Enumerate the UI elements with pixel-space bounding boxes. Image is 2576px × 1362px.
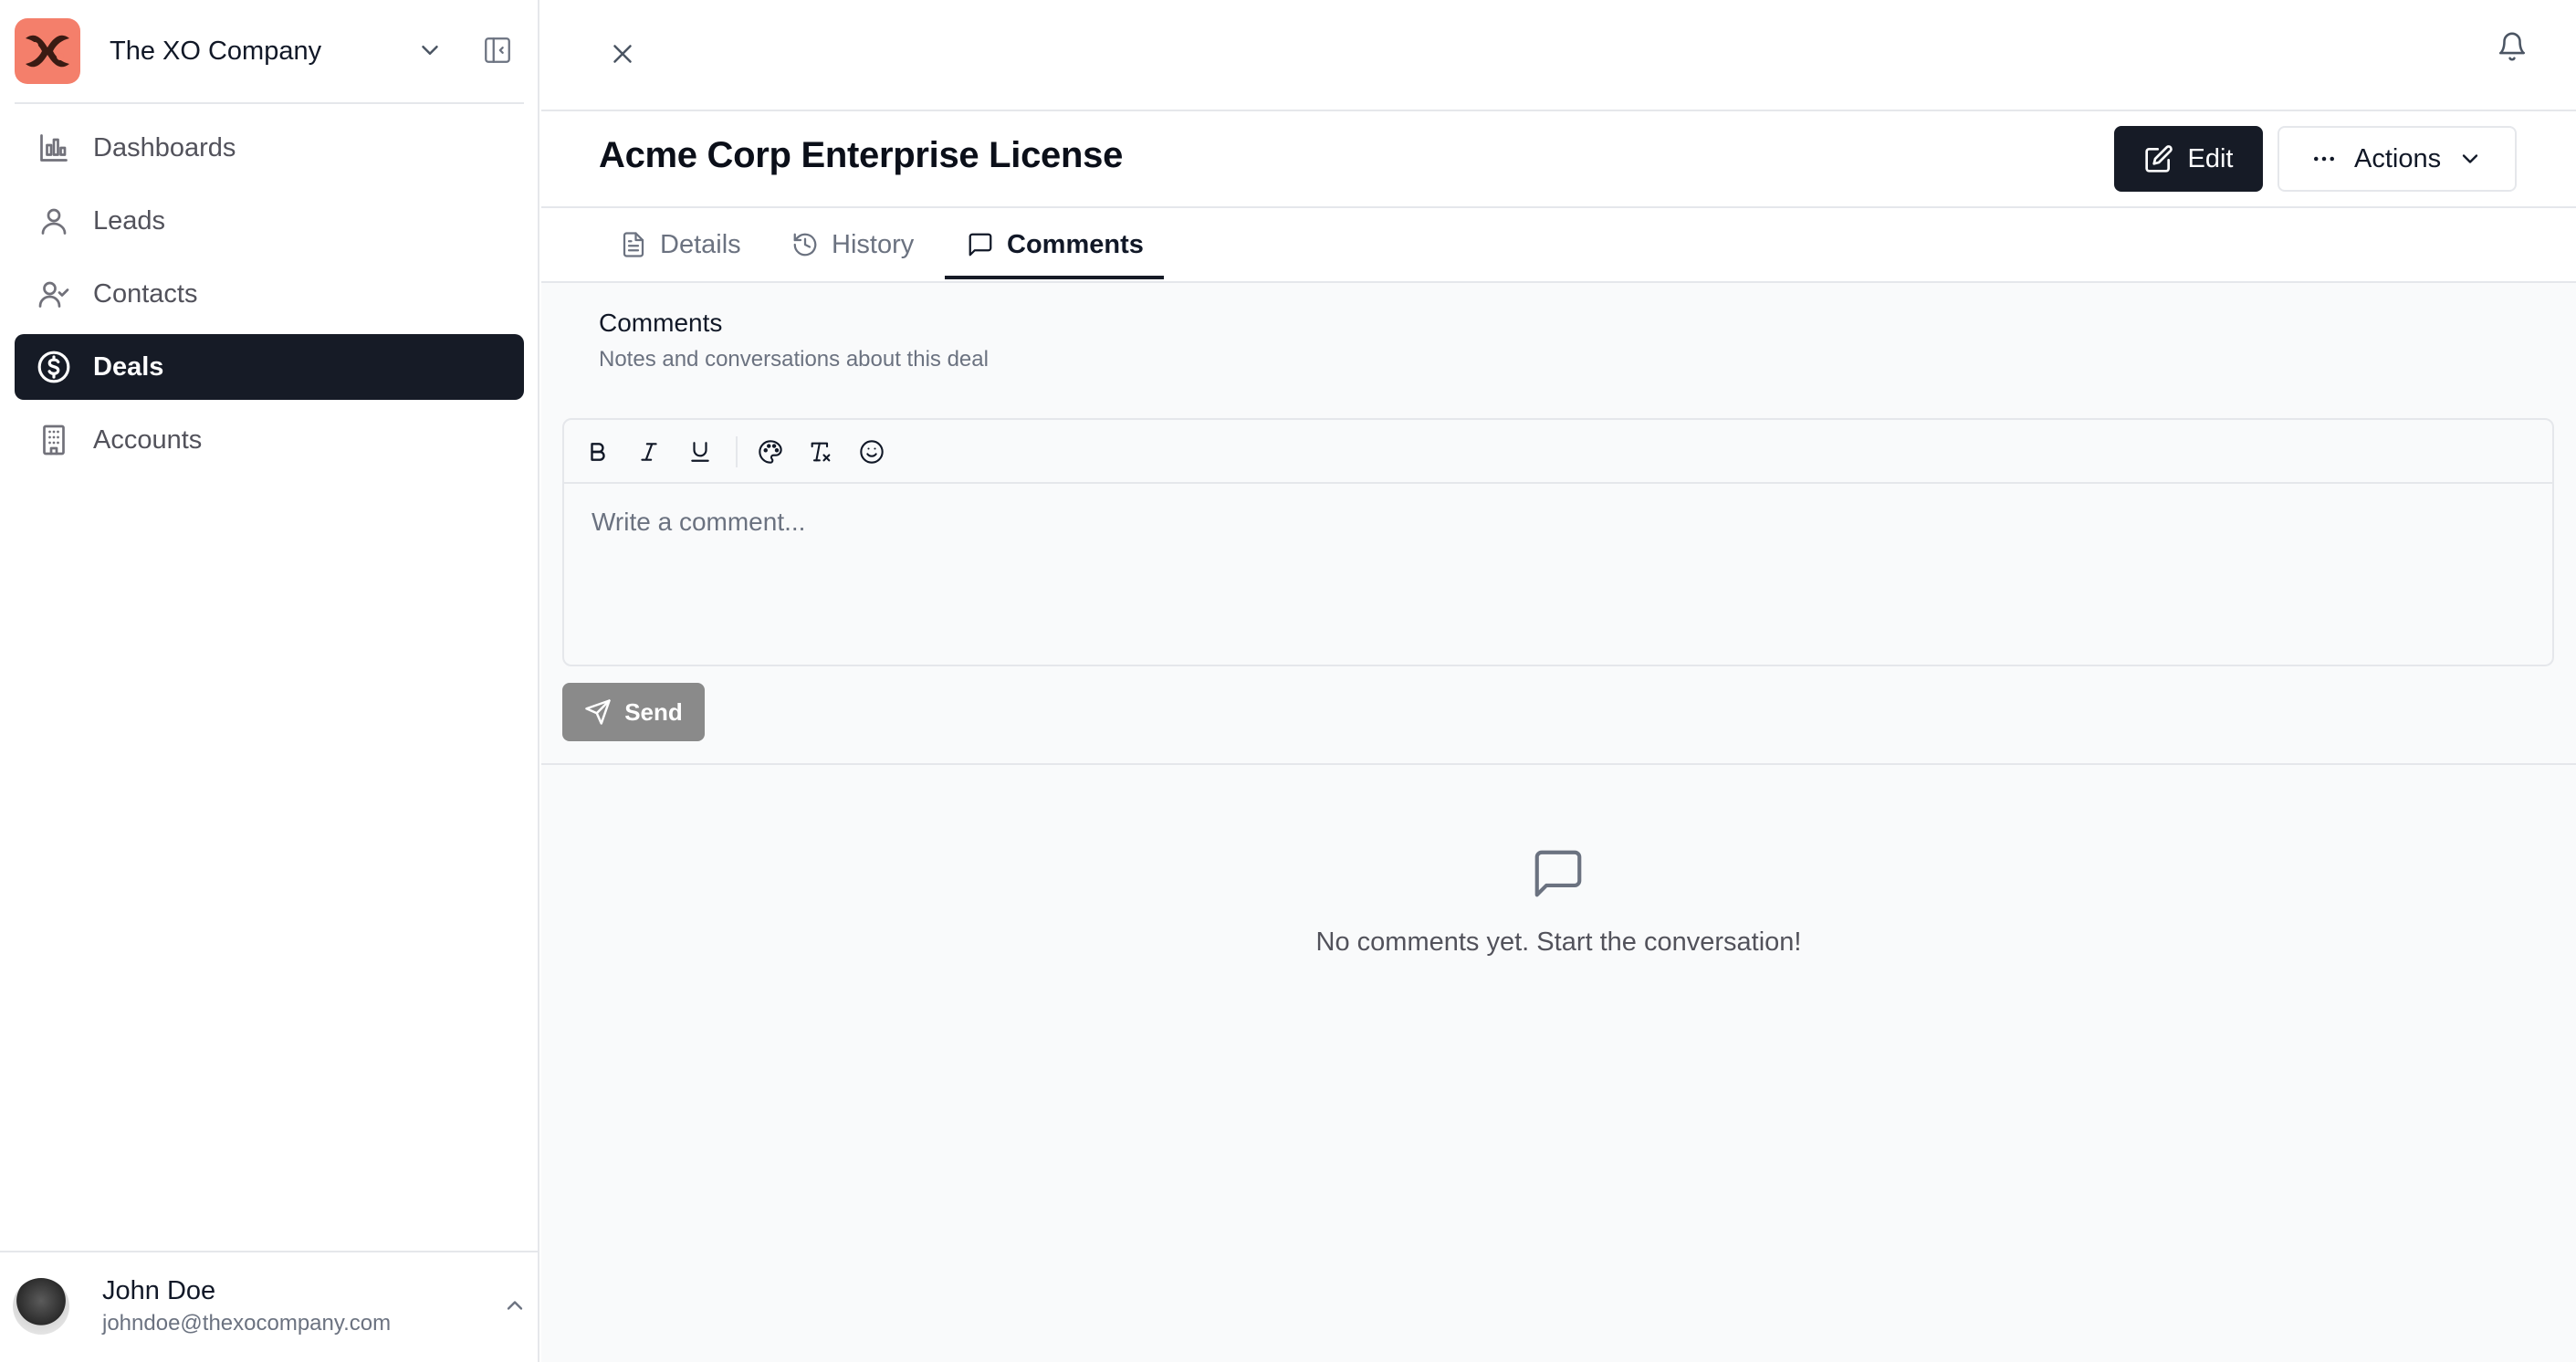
bell-icon[interactable] [2497, 31, 2528, 62]
sidebar-collapse-icon[interactable] [482, 35, 513, 66]
editor-toolbar [564, 420, 2552, 484]
tab-label: History [832, 229, 915, 259]
edit-button[interactable]: Edit [2114, 126, 2263, 192]
sidebar: The XO Company Dashboards Leads Contacts [0, 0, 539, 1362]
sidebar-item-label: Accounts [93, 424, 203, 455]
sidebar-item-label: Leads [93, 205, 166, 236]
chevron-down-icon[interactable] [416, 37, 444, 64]
message-square-icon [967, 231, 1007, 258]
sidebar-item-deals[interactable]: Deals [15, 334, 524, 400]
comment-input[interactable]: Write a comment... [592, 508, 805, 537]
sidebar-item-dashboards[interactable]: Dashboards [15, 115, 524, 181]
tab-bar: Details History Comments [541, 208, 2576, 283]
company-logo [15, 18, 80, 84]
tab-history[interactable]: History [791, 208, 914, 281]
comments-panel: Comments Notes and conversations about t… [541, 283, 2576, 1362]
company-switcher[interactable]: The XO Company [15, 16, 524, 86]
user-check-icon [37, 277, 71, 311]
send-icon [584, 698, 624, 726]
history-icon [791, 231, 832, 258]
edit-label: Edit [2187, 143, 2234, 173]
tab-label: Comments [1007, 229, 1144, 259]
deal-header: Acme Corp Enterprise License Edit Action… [541, 111, 2576, 208]
file-text-icon [620, 231, 660, 258]
sidebar-item-label: Contacts [93, 278, 198, 309]
company-name: The XO Company [110, 36, 322, 66]
edit-icon [2144, 144, 2188, 173]
clear-format-icon[interactable] [805, 436, 836, 467]
user-icon [37, 204, 71, 238]
user-divider [0, 1251, 539, 1252]
sidebar-item-accounts[interactable]: Accounts [15, 407, 524, 473]
user-name: John Doe [102, 1276, 216, 1305]
active-tab-indicator [945, 276, 1164, 279]
avatar [13, 1278, 69, 1335]
actions-button[interactable]: Actions [2278, 126, 2517, 192]
more-horizontal-icon [2310, 145, 2338, 173]
section-subtitle: Notes and conversations about this deal [599, 347, 989, 372]
top-bar [541, 0, 2576, 111]
user-email: johndoe@thexocompany.com [102, 1311, 392, 1336]
sidebar-item-label: Dashboards [93, 132, 236, 162]
comment-editor: Write a comment... [562, 418, 2554, 666]
chevron-up-icon[interactable] [502, 1293, 528, 1318]
tab-details[interactable]: Details [620, 208, 741, 281]
sidebar-item-leads[interactable]: Leads [15, 188, 524, 254]
send-button[interactable]: Send [562, 683, 705, 741]
sidebar-item-label: Deals [93, 351, 164, 382]
empty-state-text: No comments yet. Start the conversation! [1315, 927, 1802, 957]
user-menu[interactable]: John Doe johndoe@thexocompany.com [0, 1260, 539, 1360]
section-title: Comments [599, 309, 723, 337]
chevron-down-icon [2457, 146, 2483, 172]
close-icon[interactable] [607, 38, 638, 69]
underline-icon[interactable] [685, 436, 716, 467]
send-label: Send [624, 697, 683, 726]
actions-label: Actions [2354, 143, 2442, 173]
dollar-circle-icon [37, 350, 71, 384]
tab-comments[interactable]: Comments [967, 208, 1144, 281]
content-divider [541, 763, 2576, 765]
italic-icon[interactable] [634, 436, 665, 467]
tab-label: Details [660, 229, 741, 259]
bar-chart-icon [37, 131, 71, 165]
sidebar-divider [15, 102, 524, 104]
palette-icon[interactable] [755, 436, 786, 467]
page-title: Acme Corp Enterprise License [599, 135, 1124, 175]
sidebar-nav: Dashboards Leads Contacts Deals Accounts [15, 115, 524, 480]
toolbar-separator [736, 436, 738, 467]
sidebar-item-contacts[interactable]: Contacts [15, 261, 524, 327]
building-icon [37, 423, 71, 457]
main-panel: Acme Corp Enterprise License Edit Action… [541, 0, 2576, 1362]
bold-icon[interactable] [582, 436, 613, 467]
emoji-icon[interactable] [856, 436, 887, 467]
message-square-icon [1530, 845, 1586, 902]
